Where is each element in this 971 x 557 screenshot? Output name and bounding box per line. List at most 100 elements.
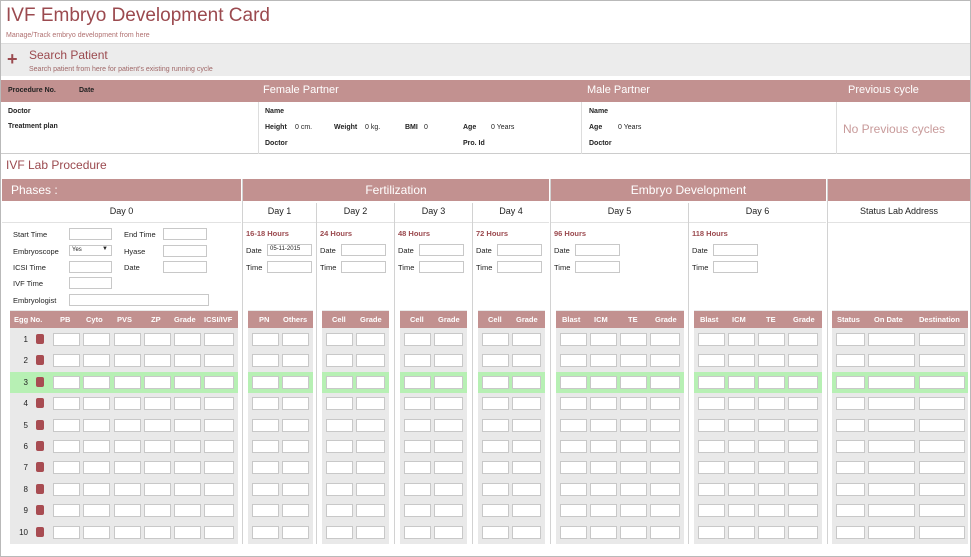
grid-cell-input[interactable] <box>356 525 385 539</box>
grid-cell-input[interactable] <box>482 375 509 389</box>
grid-cell-input[interactable] <box>204 482 234 496</box>
grid-cell-input[interactable] <box>356 440 385 453</box>
grid-cell-input[interactable] <box>728 333 755 346</box>
grid-cell-input[interactable] <box>83 333 110 346</box>
egg-status-icon[interactable] <box>36 419 44 430</box>
table-row[interactable] <box>478 500 545 521</box>
grid-cell-input[interactable] <box>204 333 234 346</box>
grid-cell-input[interactable] <box>356 418 385 432</box>
grid-cell-input[interactable] <box>404 354 431 368</box>
hyase-input[interactable] <box>163 245 207 257</box>
grid-cell-input[interactable] <box>53 525 80 539</box>
grid-cell-input[interactable] <box>512 504 541 518</box>
grid-cell-input[interactable] <box>728 461 755 475</box>
end-time-input[interactable] <box>163 228 207 240</box>
grid-cell-input[interactable] <box>758 333 785 346</box>
grid-cell-input[interactable] <box>174 354 201 368</box>
table-row[interactable] <box>694 393 822 414</box>
grid-cell-input[interactable] <box>728 440 755 453</box>
table-row[interactable]: 4 <box>10 393 238 414</box>
egg-status-icon[interactable] <box>36 526 44 537</box>
grid-cell-input[interactable] <box>174 375 201 389</box>
grid-cell-input[interactable] <box>53 418 80 432</box>
grid-cell-input[interactable] <box>326 482 353 496</box>
grid-cell-input[interactable] <box>620 461 647 475</box>
table-row[interactable] <box>556 415 684 436</box>
table-row[interactable] <box>248 371 313 393</box>
grid-cell-input[interactable] <box>252 525 279 539</box>
grid-cell-input[interactable] <box>836 375 865 389</box>
grid-cell-input[interactable] <box>174 418 201 432</box>
table-row[interactable] <box>694 371 822 393</box>
table-row[interactable] <box>478 329 545 350</box>
grid-cell-input[interactable] <box>590 504 617 518</box>
grid-cell-input[interactable] <box>114 375 141 389</box>
grid-cell-input[interactable] <box>204 375 234 389</box>
grid-cell-input[interactable] <box>868 482 915 496</box>
grid-cell-input[interactable] <box>560 461 587 475</box>
day-2-time-input[interactable] <box>341 261 386 273</box>
grid-cell-input[interactable] <box>650 333 680 346</box>
grid-cell-input[interactable] <box>356 397 385 411</box>
table-row[interactable] <box>694 522 822 543</box>
grid-cell-input[interactable] <box>590 333 617 346</box>
grid-cell-input[interactable] <box>326 333 353 346</box>
grid-cell-input[interactable] <box>204 461 234 475</box>
grid-cell-input[interactable] <box>434 504 463 518</box>
grid-cell-input[interactable] <box>83 440 110 453</box>
grid-cell-input[interactable] <box>512 440 541 453</box>
grid-cell-input[interactable] <box>404 482 431 496</box>
grid-cell-input[interactable] <box>868 418 915 432</box>
grid-cell-input[interactable] <box>650 354 680 368</box>
grid-cell-input[interactable] <box>356 461 385 475</box>
grid-cell-input[interactable] <box>758 504 785 518</box>
grid-cell-input[interactable] <box>83 461 110 475</box>
table-row[interactable]: 9 <box>10 500 238 521</box>
grid-cell-input[interactable] <box>53 354 80 368</box>
grid-cell-input[interactable] <box>560 375 587 389</box>
table-row[interactable] <box>400 415 467 436</box>
table-row[interactable] <box>322 415 389 436</box>
grid-cell-input[interactable] <box>560 333 587 346</box>
grid-cell-input[interactable] <box>650 440 680 453</box>
grid-cell-input[interactable] <box>728 504 755 518</box>
grid-cell-input[interactable] <box>204 525 234 539</box>
grid-cell-input[interactable] <box>836 333 865 346</box>
start-time-input[interactable] <box>69 228 112 240</box>
grid-cell-input[interactable] <box>356 375 385 389</box>
table-row[interactable] <box>248 500 313 521</box>
grid-cell-input[interactable] <box>868 525 915 539</box>
day-3-time-input[interactable] <box>419 261 464 273</box>
grid-cell-input[interactable] <box>868 461 915 475</box>
grid-cell-input[interactable] <box>114 440 141 453</box>
grid-cell-input[interactable] <box>282 482 309 496</box>
grid-cell-input[interactable] <box>326 418 353 432</box>
grid-cell-input[interactable] <box>404 418 431 432</box>
egg-status-icon[interactable] <box>36 505 44 516</box>
table-row[interactable] <box>478 436 545 457</box>
table-row[interactable] <box>322 479 389 500</box>
grid-cell-input[interactable] <box>434 440 463 453</box>
day-3-date-input[interactable] <box>419 244 464 256</box>
table-row[interactable] <box>556 350 684 371</box>
table-row[interactable]: 2 <box>10 350 238 371</box>
grid-cell-input[interactable] <box>404 375 431 389</box>
grid-cell-input[interactable] <box>868 397 915 411</box>
table-row[interactable] <box>478 415 545 436</box>
grid-cell-input[interactable] <box>434 397 463 411</box>
grid-cell-input[interactable] <box>114 461 141 475</box>
grid-cell-input[interactable] <box>698 375 725 389</box>
grid-cell-input[interactable] <box>282 461 309 475</box>
grid-cell-input[interactable] <box>482 525 509 539</box>
table-row[interactable] <box>478 479 545 500</box>
table-row[interactable] <box>400 457 467 478</box>
egg-status-icon[interactable] <box>36 355 44 366</box>
table-row[interactable]: 1 <box>10 329 238 350</box>
table-row[interactable] <box>694 329 822 350</box>
table-row[interactable] <box>400 350 467 371</box>
table-row[interactable] <box>400 522 467 543</box>
grid-cell-input[interactable] <box>144 418 171 432</box>
grid-cell-input[interactable] <box>434 461 463 475</box>
grid-cell-input[interactable] <box>620 418 647 432</box>
grid-cell-input[interactable] <box>204 418 234 432</box>
